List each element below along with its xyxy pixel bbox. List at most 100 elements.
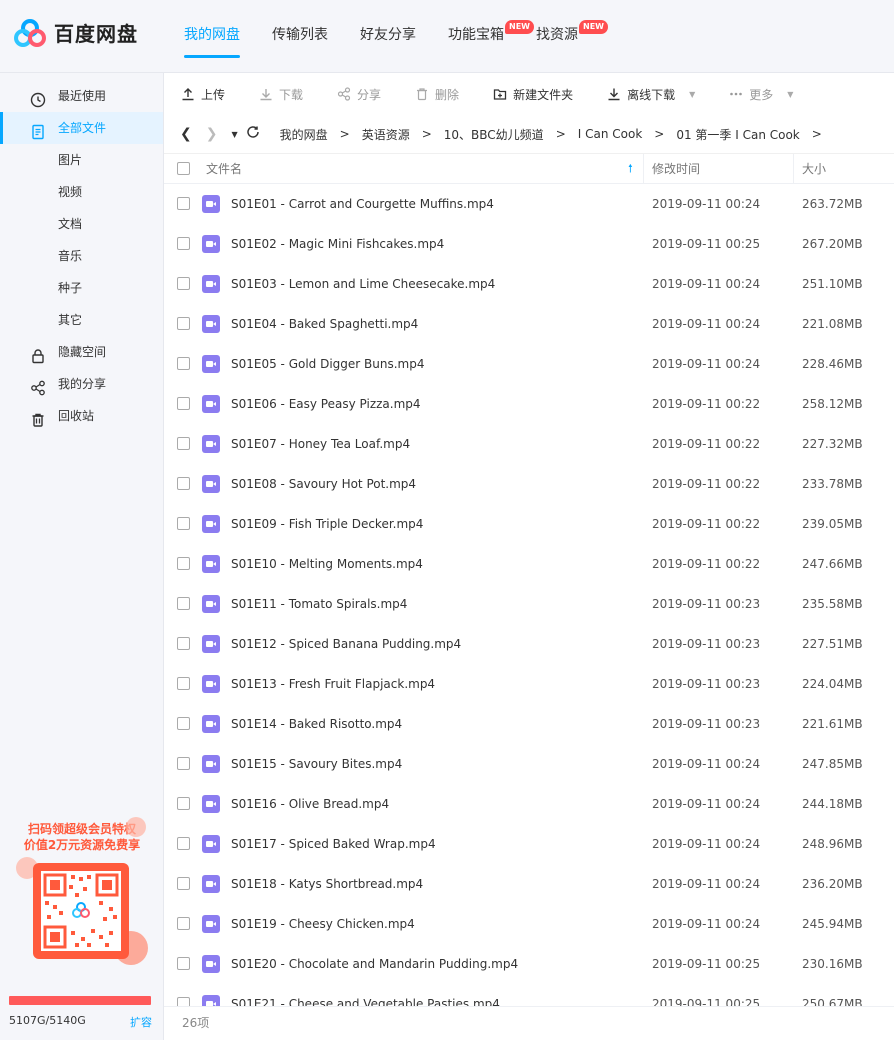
row-checkbox[interactable]: [177, 557, 190, 570]
table-row[interactable]: S01E19 - Cheesy Chicken.mp4 2019-09-11 00…: [164, 904, 894, 944]
table-row[interactable]: S01E01 - Carrot and Courgette Muffins.mp…: [164, 184, 894, 224]
more-button[interactable]: 更多 ▼: [729, 86, 793, 103]
breadcrumb-item[interactable]: 10、BBC幼儿频道: [444, 126, 544, 143]
file-name[interactable]: S01E15 - Savoury Bites.mp4: [231, 744, 402, 784]
file-name[interactable]: S01E11 - Tomato Spirals.mp4: [231, 584, 407, 624]
file-name[interactable]: S01E21 - Cheese and Vegetable Pasties.mp…: [231, 984, 500, 1006]
file-name[interactable]: S01E20 - Chocolate and Mandarin Pudding.…: [231, 944, 518, 984]
select-all-checkbox[interactable]: [177, 162, 190, 175]
table-row[interactable]: S01E09 - Fish Triple Decker.mp4 2019-09-1…: [164, 504, 894, 544]
expand-storage-link[interactable]: 扩容: [130, 1014, 152, 1030]
file-name[interactable]: S01E12 - Spiced Banana Pudding.mp4: [231, 624, 461, 664]
sidebar-item-others[interactable]: 其它: [0, 304, 163, 336]
table-row[interactable]: S01E16 - Olive Bread.mp4 2019-09-11 00:24…: [164, 784, 894, 824]
row-checkbox[interactable]: [177, 677, 190, 690]
row-checkbox[interactable]: [177, 357, 190, 370]
nav-toolbox[interactable]: 功能宝箱 NEW: [432, 0, 534, 73]
file-name[interactable]: S01E14 - Baked Risotto.mp4: [231, 704, 402, 744]
row-checkbox[interactable]: [177, 997, 190, 1006]
file-name[interactable]: S01E09 - Fish Triple Decker.mp4: [231, 504, 423, 544]
file-name[interactable]: S01E18 - Katys Shortbread.mp4: [231, 864, 423, 904]
row-checkbox[interactable]: [177, 917, 190, 930]
table-row[interactable]: S01E12 - Spiced Banana Pudding.mp4 2019-0…: [164, 624, 894, 664]
row-checkbox[interactable]: [177, 517, 190, 530]
table-row[interactable]: S01E15 - Savoury Bites.mp4 2019-09-11 00:…: [164, 744, 894, 784]
row-checkbox[interactable]: [177, 957, 190, 970]
table-row[interactable]: S01E03 - Lemon and Lime Cheesecake.mp4 20…: [164, 264, 894, 304]
table-row[interactable]: S01E18 - Katys Shortbread.mp4 2019-09-11 …: [164, 864, 894, 904]
row-checkbox[interactable]: [177, 797, 190, 810]
table-row[interactable]: S01E14 - Baked Risotto.mp4 2019-09-11 00:…: [164, 704, 894, 744]
sidebar-item-recycle-bin[interactable]: 回收站: [0, 400, 163, 432]
row-checkbox[interactable]: [177, 237, 190, 250]
sidebar-item-music[interactable]: 音乐: [0, 240, 163, 272]
breadcrumb-item-current[interactable]: 01 第一季 I Can Cook: [676, 126, 799, 143]
file-name[interactable]: S01E03 - Lemon and Lime Cheesecake.mp4: [231, 264, 495, 304]
sidebar-item-images[interactable]: 图片: [0, 144, 163, 176]
row-checkbox[interactable]: [177, 317, 190, 330]
row-checkbox[interactable]: [177, 197, 190, 210]
refresh-icon[interactable]: [246, 125, 260, 143]
delete-button[interactable]: 删除: [415, 86, 459, 103]
table-row[interactable]: S01E04 - Baked Spaghetti.mp4 2019-09-11 0…: [164, 304, 894, 344]
table-row[interactable]: S01E21 - Cheese and Vegetable Pasties.mp…: [164, 984, 894, 1006]
table-row[interactable]: S01E06 - Easy Peasy Pizza.mp4 2019-09-11 …: [164, 384, 894, 424]
table-row[interactable]: S01E13 - Fresh Fruit Flapjack.mp4 2019-09…: [164, 664, 894, 704]
sidebar-item-recent[interactable]: 最近使用: [0, 80, 163, 112]
row-checkbox[interactable]: [177, 877, 190, 890]
file-name[interactable]: S01E04 - Baked Spaghetti.mp4: [231, 304, 418, 344]
file-name[interactable]: S01E08 - Savoury Hot Pot.mp4: [231, 464, 416, 504]
sidebar-item-hidden-space[interactable]: 隐藏空间: [0, 336, 163, 368]
file-name[interactable]: S01E10 - Melting Moments.mp4: [231, 544, 423, 584]
row-checkbox[interactable]: [177, 437, 190, 450]
row-checkbox[interactable]: [177, 757, 190, 770]
sort-ascending-icon[interactable]: 🠕: [628, 154, 633, 184]
download-button[interactable]: 下载: [259, 86, 303, 103]
table-row[interactable]: S01E05 - Gold Digger Buns.mp4 2019-09-11 …: [164, 344, 894, 384]
row-checkbox[interactable]: [177, 397, 190, 410]
file-name[interactable]: S01E19 - Cheesy Chicken.mp4: [231, 904, 415, 944]
vip-promo[interactable]: 扫码领超级会员特权 价值2万元资源免费享: [16, 817, 148, 965]
sidebar-item-my-shares[interactable]: 我的分享: [0, 368, 163, 400]
column-header-size[interactable]: 大小: [802, 154, 826, 184]
column-header-modified[interactable]: 修改时间: [652, 154, 700, 184]
nav-my-disk[interactable]: 我的网盘: [168, 0, 256, 73]
row-checkbox[interactable]: [177, 477, 190, 490]
table-row[interactable]: S01E07 - Honey Tea Loaf.mp4 2019-09-11 00…: [164, 424, 894, 464]
table-row[interactable]: S01E11 - Tomato Spirals.mp4 2019-09-11 00…: [164, 584, 894, 624]
breadcrumb-item[interactable]: 我的网盘: [280, 126, 328, 143]
offline-download-button[interactable]: 离线下载 ▼: [607, 86, 695, 103]
column-header-name[interactable]: 文件名: [206, 154, 242, 184]
file-name[interactable]: S01E06 - Easy Peasy Pizza.mp4: [231, 384, 421, 424]
row-checkbox[interactable]: [177, 717, 190, 730]
breadcrumb-item[interactable]: I Can Cook: [578, 127, 643, 141]
table-row[interactable]: S01E02 - Magic Mini Fishcakes.mp4 2019-09…: [164, 224, 894, 264]
file-name[interactable]: S01E05 - Gold Digger Buns.mp4: [231, 344, 425, 384]
sidebar-item-documents[interactable]: 文档: [0, 208, 163, 240]
table-row[interactable]: S01E17 - Spiced Baked Wrap.mp4 2019-09-11…: [164, 824, 894, 864]
file-name[interactable]: S01E02 - Magic Mini Fishcakes.mp4: [231, 224, 444, 264]
file-name[interactable]: S01E16 - Olive Bread.mp4: [231, 784, 389, 824]
new-folder-button[interactable]: 新建文件夹: [493, 86, 573, 103]
history-dropdown-icon[interactable]: ▼: [231, 130, 237, 139]
app-logo[interactable]: 百度网盘: [14, 18, 138, 47]
share-button[interactable]: 分享: [337, 86, 381, 103]
back-arrow-icon[interactable]: ❮: [180, 126, 192, 142]
file-name[interactable]: S01E17 - Spiced Baked Wrap.mp4: [231, 824, 436, 864]
forward-arrow-icon[interactable]: ❯: [206, 126, 218, 142]
file-name[interactable]: S01E07 - Honey Tea Loaf.mp4: [231, 424, 410, 464]
nav-transfer-list[interactable]: 传输列表: [256, 0, 344, 73]
row-checkbox[interactable]: [177, 837, 190, 850]
upload-button[interactable]: 上传: [181, 86, 225, 103]
sidebar-item-torrents[interactable]: 种子: [0, 272, 163, 304]
row-checkbox[interactable]: [177, 597, 190, 610]
nav-friend-share[interactable]: 好友分享: [344, 0, 432, 73]
sidebar-item-videos[interactable]: 视频: [0, 176, 163, 208]
row-checkbox[interactable]: [177, 637, 190, 650]
table-row[interactable]: S01E10 - Melting Moments.mp4 2019-09-11 0…: [164, 544, 894, 584]
nav-find-resources[interactable]: 找资源 NEW: [520, 0, 608, 73]
file-name[interactable]: S01E13 - Fresh Fruit Flapjack.mp4: [231, 664, 435, 704]
table-row[interactable]: S01E20 - Chocolate and Mandarin Pudding.…: [164, 944, 894, 984]
file-name[interactable]: S01E01 - Carrot and Courgette Muffins.mp…: [231, 184, 494, 224]
breadcrumb-item[interactable]: 英语资源: [362, 126, 410, 143]
